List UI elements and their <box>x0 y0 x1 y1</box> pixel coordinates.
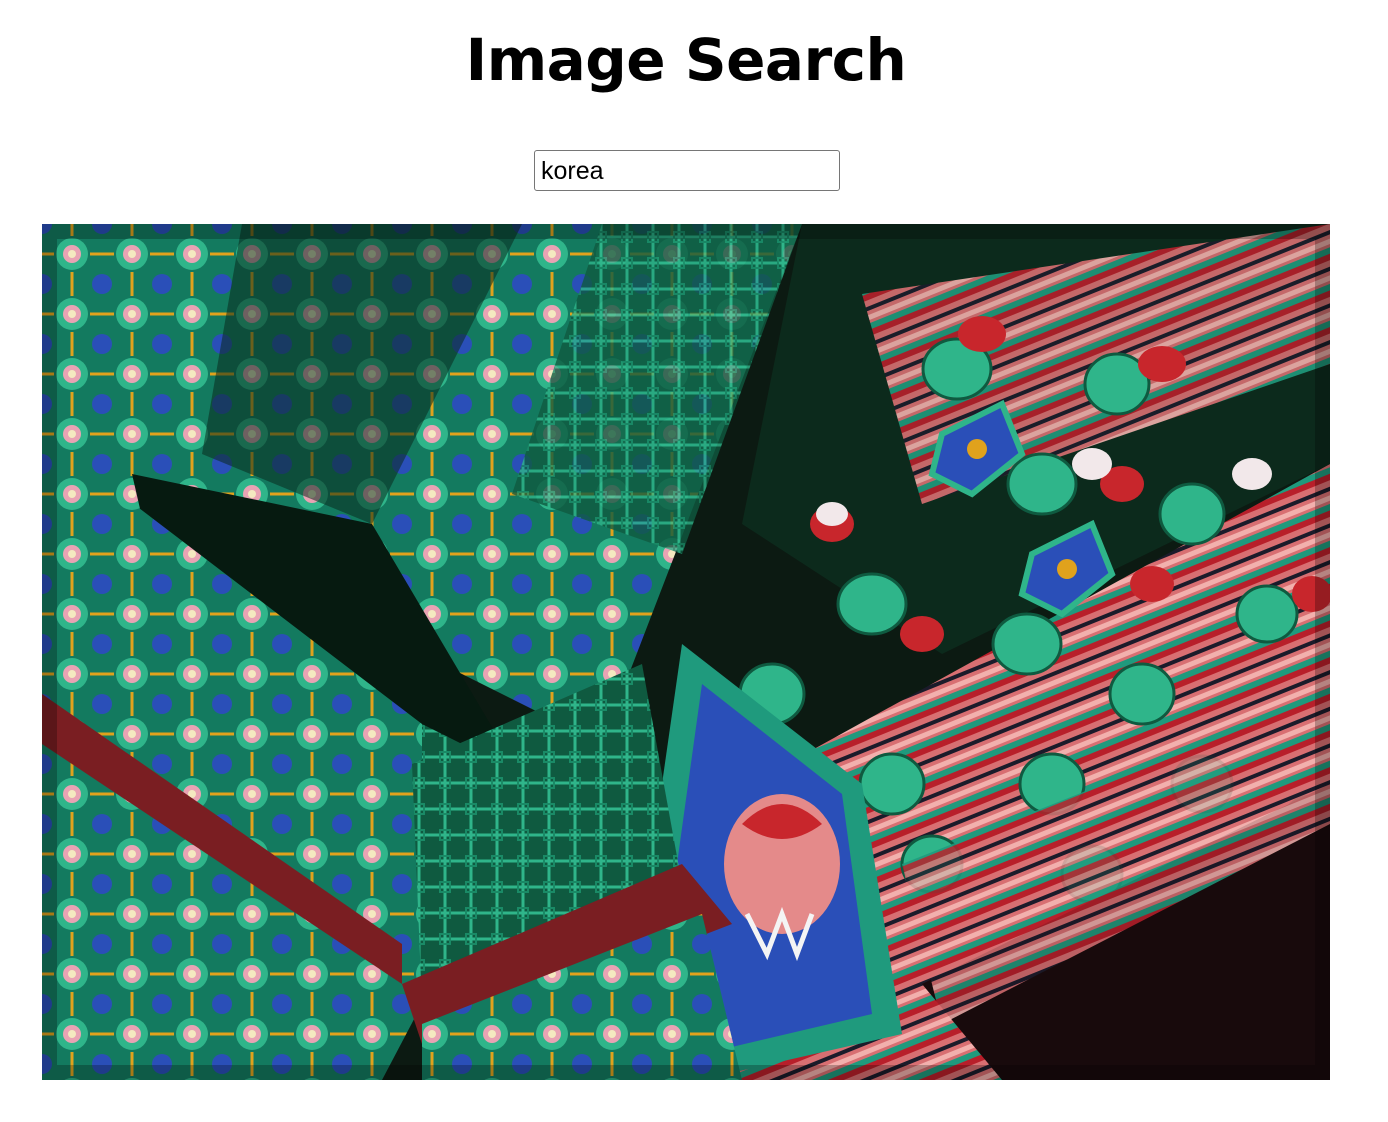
search-input[interactable] <box>534 150 840 191</box>
result-image[interactable] <box>42 224 1330 1080</box>
temple-eaves-photo <box>42 224 1330 1080</box>
page-title: Image Search <box>465 26 907 94</box>
